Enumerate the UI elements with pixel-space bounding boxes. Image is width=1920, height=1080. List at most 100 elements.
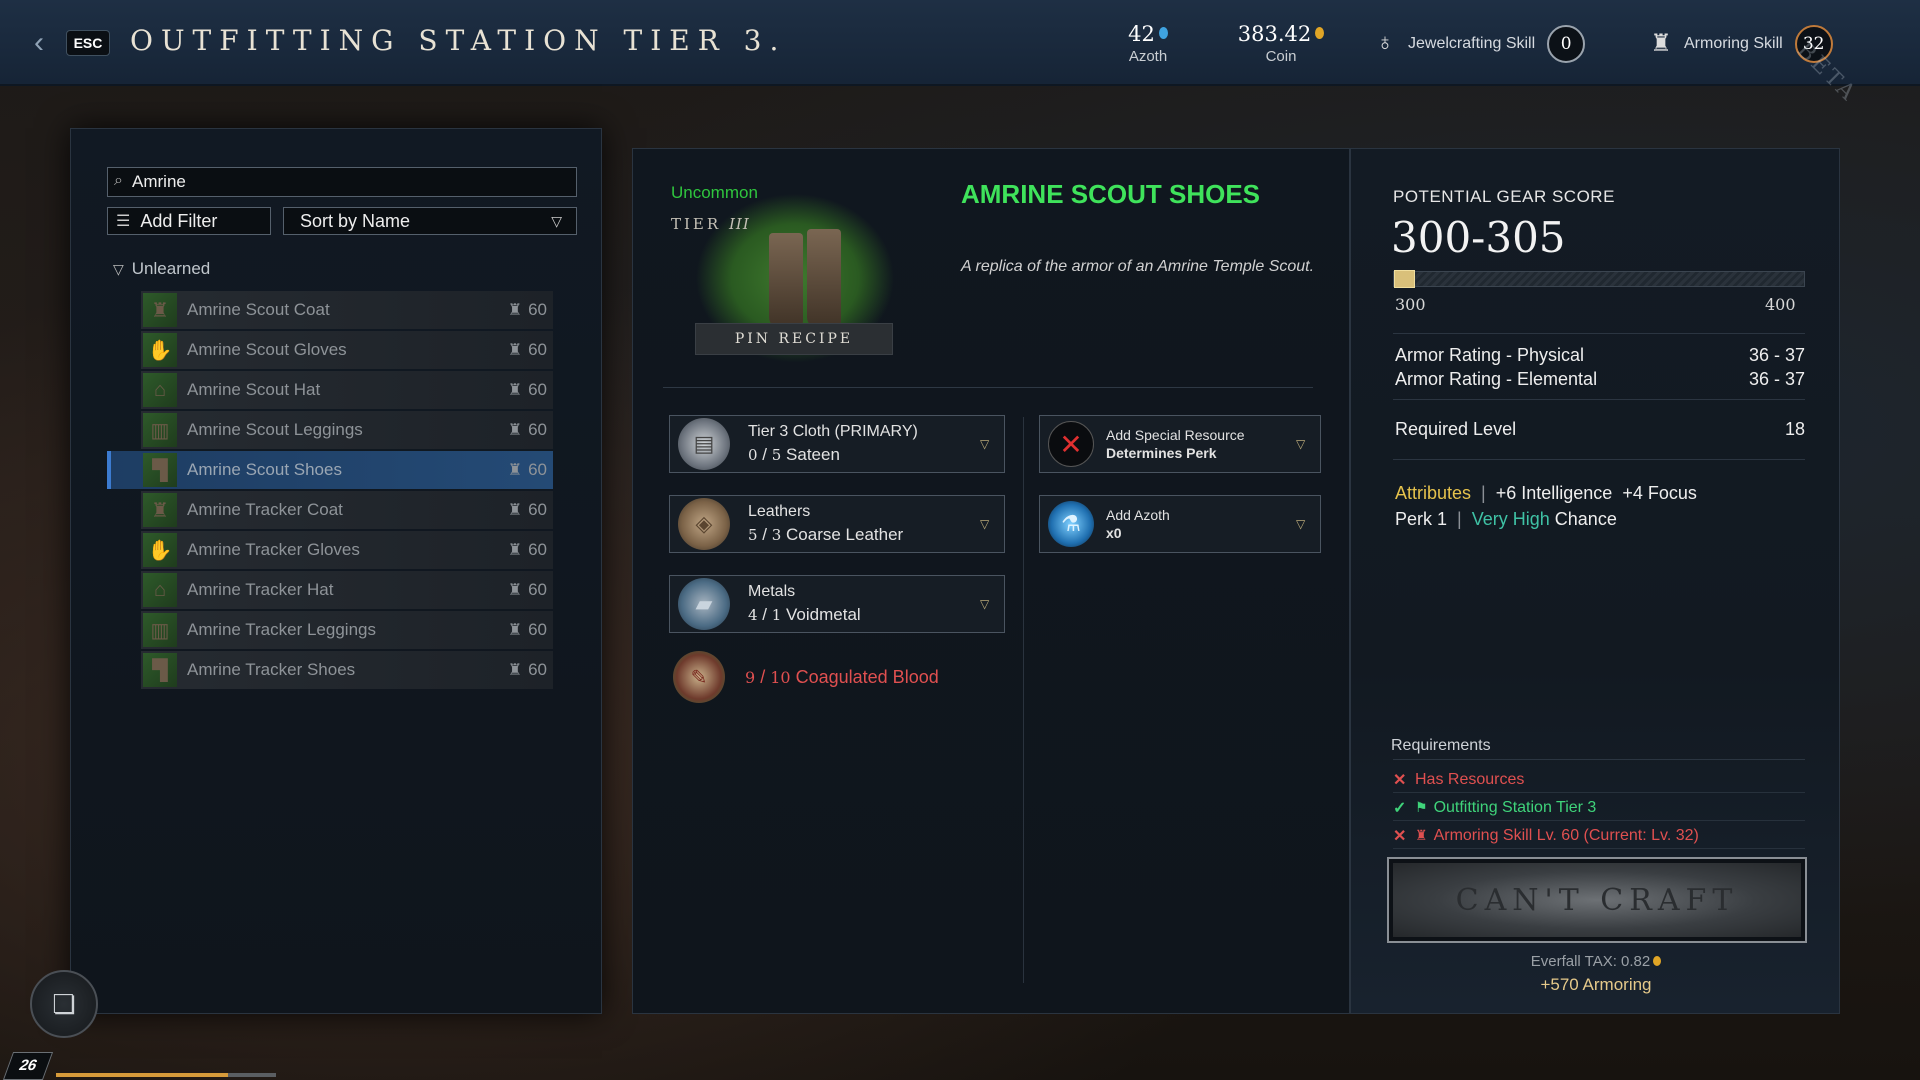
recipe-item-icon: ⌂ (143, 373, 177, 407)
requirement-text: Has Resources (1415, 770, 1525, 788)
coin-label: Coin (1265, 48, 1297, 65)
recipe-list-item[interactable]: ▜ Amrine Scout Shoes ♜ 60 (107, 451, 553, 489)
right-boot-shape (807, 229, 841, 329)
recipe-list-item[interactable]: ♜ Amrine Tracker Coat ♜ 60 (141, 491, 553, 529)
jewelcrafting-skill[interactable]: ♁ Jewelcrafting Skill 0 (1372, 24, 1586, 64)
jewelcrafting-label: Jewelcrafting Skill (1408, 35, 1536, 52)
recipe-list-item[interactable]: ⌂ Amrine Scout Hat ♜ 60 (141, 371, 553, 409)
ingredient-metals-text: Metals 4 / 1 Voidmetal (748, 583, 980, 625)
search-input[interactable] (132, 170, 572, 194)
armoring-icon: ♜ (507, 542, 523, 559)
ingredient-leathers-material: Coarse Leather (786, 525, 904, 544)
ingredient-leathers-category: Leathers (748, 503, 811, 520)
back-arrow-icon[interactable]: ‹ (34, 28, 56, 58)
sort-label: Sort by Name (300, 210, 411, 231)
station-title: OUTFITTING STATION TIER 3. (130, 24, 787, 57)
armoring-label: Armoring Skill (1684, 35, 1783, 52)
add-azoth-slot[interactable]: ⚗ Add Azoth x0 ▽ (1039, 495, 1321, 553)
ingredient-cloth-slot[interactable]: ▤ Tier 3 Cloth (PRIMARY) 0 / 5 Sateen ▽ (669, 415, 1005, 473)
tier-word: TIER (671, 215, 722, 233)
coin-amount-row: 383.42 (1228, 22, 1334, 46)
add-filter-label: Add Filter (140, 210, 218, 231)
pin-recipe-button[interactable]: PIN RECIPE (695, 323, 893, 355)
player-xp-bar (56, 1073, 276, 1077)
recipe-item-icon: ✋ (143, 533, 177, 567)
required-level-label: Required Level (1395, 419, 1517, 439)
chat-button[interactable]: ❏ (30, 970, 98, 1038)
ingredient-blood[interactable]: ✎ 9 / 10 Coagulated Blood (673, 647, 1013, 707)
search-box[interactable]: ⌕ (107, 167, 577, 197)
recipe-list-item[interactable]: ⌂ Amrine Tracker Hat ♜ 60 (141, 571, 553, 609)
recipe-browser: ⌕ ☰ Add Filter Sort by Name ▽ ▽ Unlearne… (70, 128, 602, 1014)
divider (1393, 333, 1805, 334)
recipe-list-item[interactable]: ▥ Amrine Scout Leggings ♜ 60 (141, 411, 553, 449)
armoring-icon: ♜ (507, 502, 523, 519)
recipe-level-value: 60 (528, 420, 547, 439)
esc-button[interactable]: ESC (66, 30, 110, 56)
ingredient-cloth-quantity: 0 / 5 Sateen (748, 445, 980, 465)
special-resource-slot[interactable]: ✕ Add Special Resource Determines Perk ▽ (1039, 415, 1321, 473)
recipe-name: Amrine Tracker Shoes (187, 660, 356, 679)
ingredient-blood-need: 10 (770, 667, 791, 687)
recipe-list-item[interactable]: ▜ Amrine Tracker Shoes ♜ 60 (141, 651, 553, 689)
requirement-text: Armoring Skill Lv. 60 (Current: Lv. 32) (1433, 826, 1699, 844)
azoth-amount: 42 (1128, 22, 1155, 46)
ingredient-cloth-text: Tier 3 Cloth (PRIMARY) 0 / 5 Sateen (748, 423, 980, 465)
recipe-list-item[interactable]: ▥ Amrine Tracker Leggings ♜ 60 (141, 611, 553, 649)
ingredient-blood-material: Coagulated Blood (795, 666, 939, 687)
recipe-name: Amrine Tracker Gloves (187, 540, 360, 559)
recipe-level-value: 60 (528, 380, 547, 399)
leather-icon: ◈ (678, 498, 730, 550)
ingredient-metals-have: 4 (748, 606, 758, 624)
tax-label: Everfall TAX: 0.82 (1530, 953, 1651, 970)
metal-ingot-icon: ▰ (678, 578, 730, 630)
azoth-counter: 42 Azoth (1118, 22, 1178, 65)
ingredient-blood-quantity: 9 / 10 Coagulated Blood (745, 667, 939, 688)
armoring-icon: ♜ (507, 382, 523, 399)
ingredient-cloth-material: Sateen (786, 445, 840, 464)
craft-button[interactable]: CAN'T CRAFT (1387, 857, 1807, 943)
ingredient-leathers-slot[interactable]: ◈ Leathers 5 / 3 Coarse Leather ▽ (669, 495, 1005, 553)
recipe-level-value: 60 (528, 460, 547, 479)
ingredient-leathers-quantity: 5 / 3 Coarse Leather (748, 525, 980, 545)
collapse-arrow-icon: ▽ (113, 260, 124, 277)
armor-physical-row: Armor Rating - Physical 36 - 37 (1395, 345, 1805, 366)
azoth-icon (1158, 27, 1168, 39)
recipe-list-item[interactable]: ✋ Amrine Tracker Gloves ♜ 60 (141, 531, 553, 569)
add-filter-button[interactable]: ☰ Add Filter (107, 207, 271, 235)
cloth-icon: ▤ (678, 418, 730, 470)
attributes-label: Attributes (1395, 483, 1472, 503)
recipe-item-icon: ▜ (143, 653, 177, 687)
recipe-level-value: 60 (528, 500, 547, 519)
recipe-level-value: 60 (528, 300, 547, 319)
perk-label: Perk 1 (1395, 509, 1448, 529)
unlearned-section-header[interactable]: ▽ Unlearned (113, 259, 210, 279)
recipe-list-item[interactable]: ♜ Amrine Scout Coat ♜ 60 (141, 291, 553, 329)
recipe-list: ♜ Amrine Scout Coat ♜ 60 ✋ Amrine Scout Glove… (107, 291, 553, 691)
coin-counter: 383.42 Coin (1228, 22, 1334, 65)
ingredient-metals-category: Metals (748, 583, 796, 600)
recipe-name: Amrine Tracker Hat (187, 580, 334, 599)
recipe-level-value: 60 (528, 580, 547, 599)
recipe-item-icon: ✋ (143, 333, 177, 367)
recipe-item-icon: ♜ (143, 493, 177, 527)
ingredient-metals-material: Voidmetal (786, 605, 861, 624)
coin-icon (1315, 27, 1325, 39)
recipe-name: Amrine Tracker Leggings (187, 620, 376, 639)
sort-dropdown[interactable]: Sort by Name ▽ (283, 207, 577, 235)
chevron-down-icon: ▽ (551, 212, 562, 229)
recipe-level: ♜ 60 (508, 500, 547, 520)
requirements-title: Requirements (1391, 737, 1491, 754)
attributes-row: Attributes | +6 Intelligence +4 Focus (1395, 483, 1697, 504)
add-azoth-text: Add Azoth x0 (1106, 507, 1296, 541)
recipe-list-item[interactable]: ✋ Amrine Scout Gloves ♜ 60 (141, 331, 553, 369)
check-icon: ✓ (1393, 799, 1407, 817)
required-level-value: 18 (1784, 419, 1805, 439)
search-icon: ⌕ (114, 172, 123, 189)
ingredient-metals-slot[interactable]: ▰ Metals 4 / 1 Voidmetal ▽ (669, 575, 1005, 633)
stats-panel: POTENTIAL GEAR SCORE 300-305 300 400 Arm… (1350, 148, 1840, 1014)
ingredient-metals-need: 1 (771, 606, 782, 624)
requirement-row: ✓ ⚑ Outfitting Station Tier 3 (1393, 795, 1805, 821)
attribute-focus: +4 Focus (1622, 483, 1697, 503)
armor-elemental-label: Armor Rating - Elemental (1395, 369, 1598, 389)
